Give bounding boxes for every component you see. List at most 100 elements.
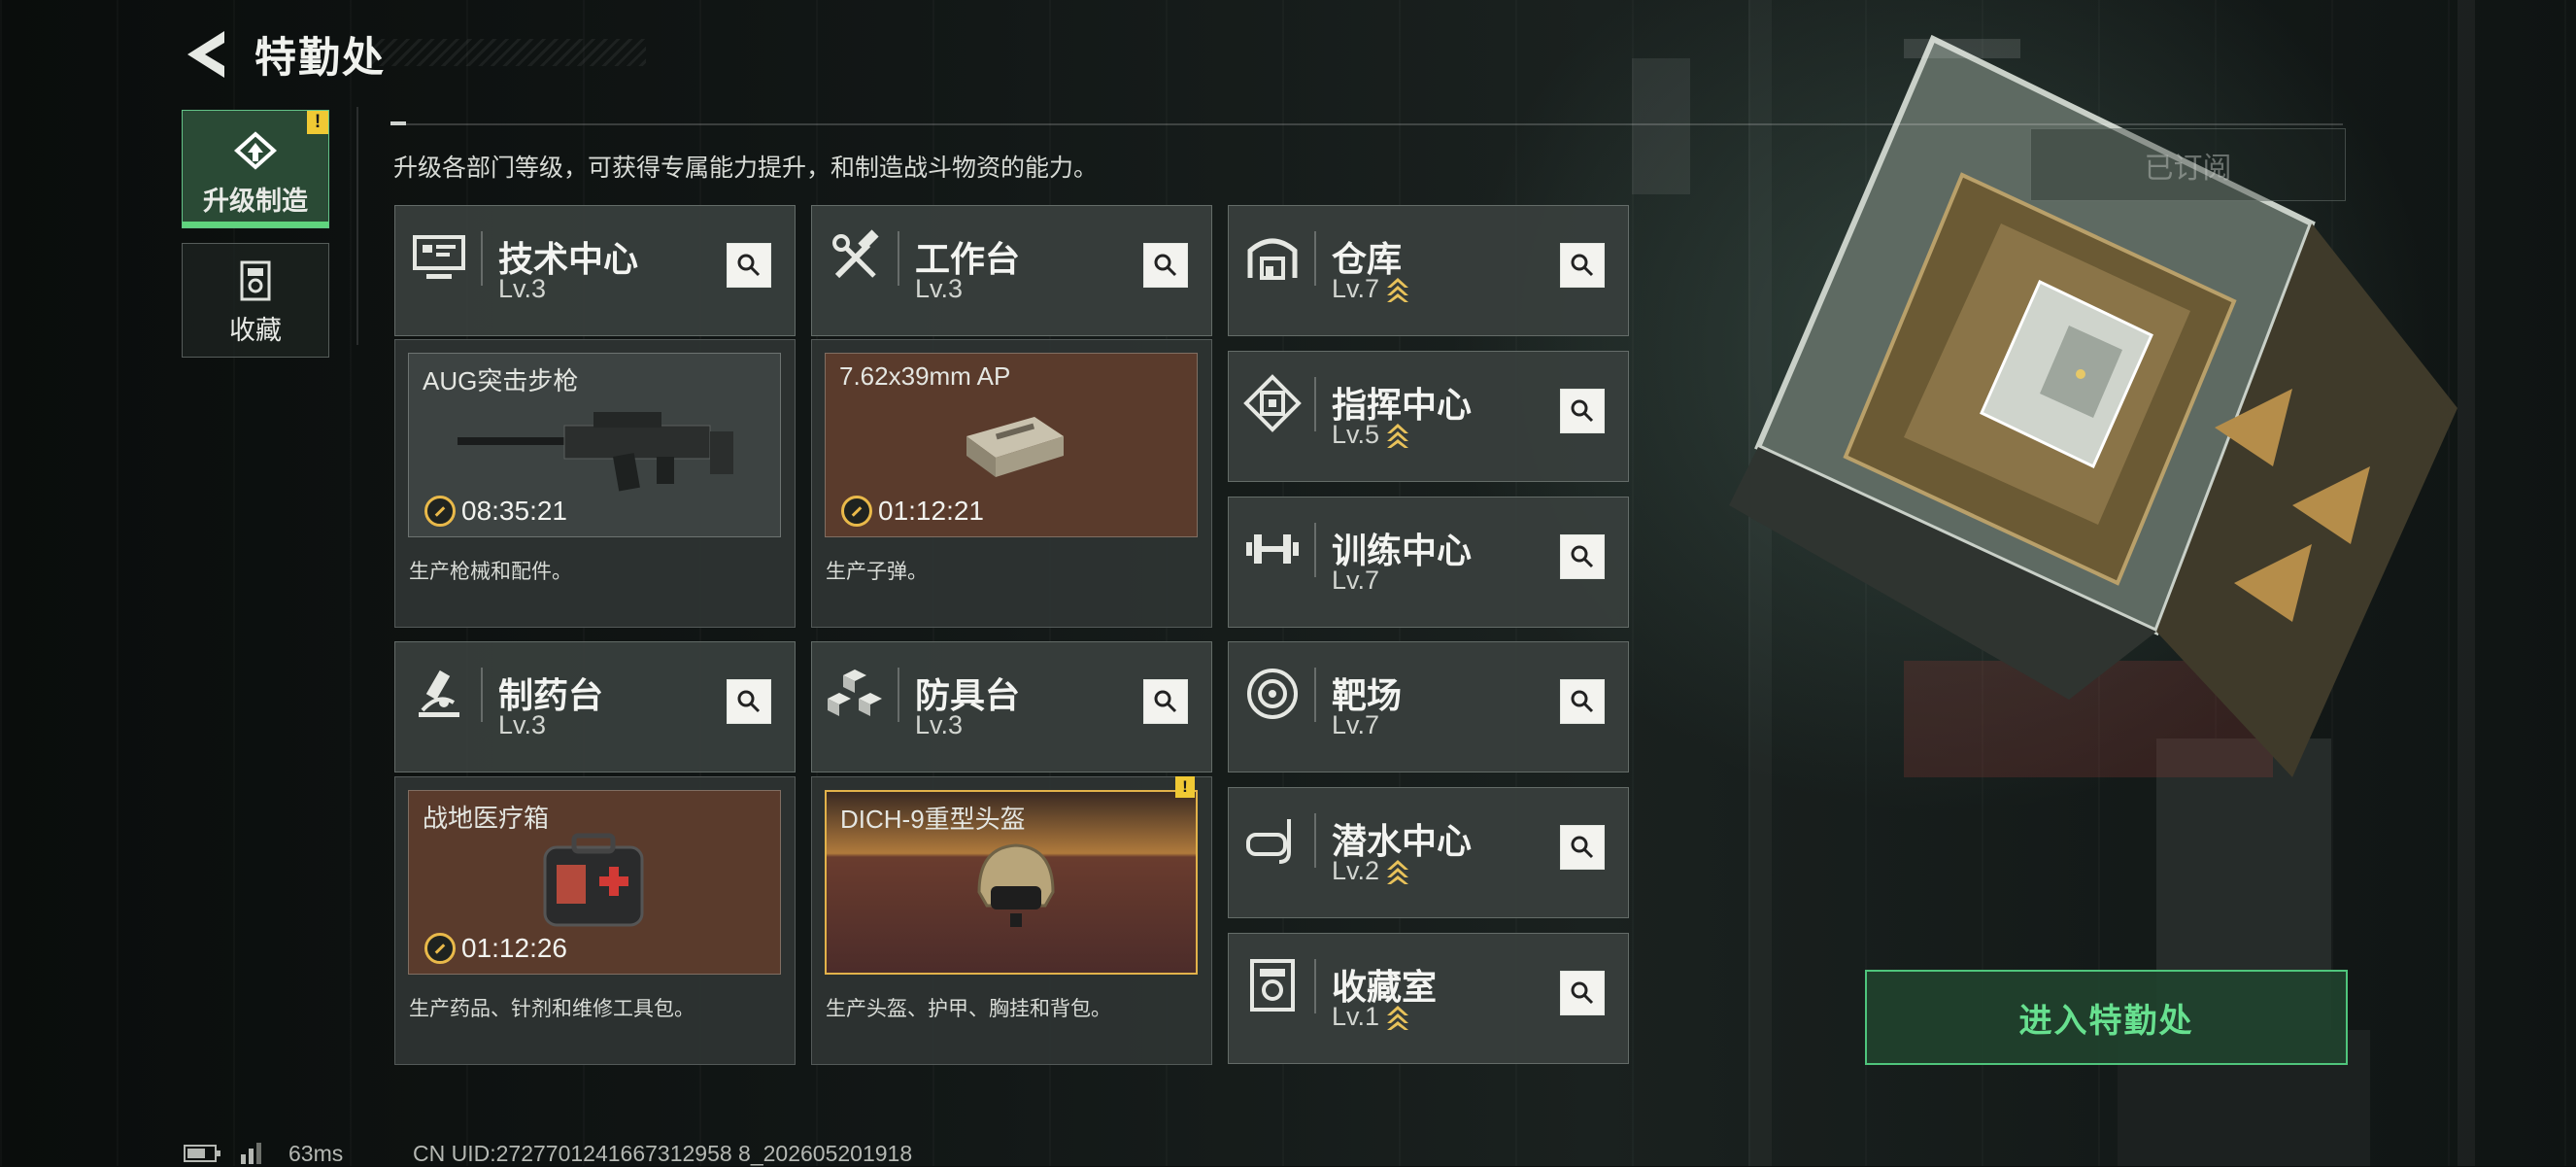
search-icon	[1154, 254, 1177, 277]
product-name: 7.62x39mm AP	[839, 361, 1011, 391]
production-timer: 01:12:21	[841, 496, 984, 527]
header-separator	[1314, 377, 1316, 431]
search-button[interactable]	[1560, 679, 1605, 724]
facility-item-3[interactable]: 训练中心 Lv.7	[1228, 497, 1629, 628]
search-button[interactable]	[727, 679, 771, 724]
enter-special-ops-button[interactable]: 进入特勤处	[1865, 970, 2348, 1065]
microscope-icon	[419, 669, 459, 717]
facility-item-6[interactable]: 收藏室 Lv.1	[1228, 933, 1629, 1064]
header-separator	[1314, 668, 1316, 722]
station-level: Lv.3	[915, 274, 963, 304]
facility-item-5[interactable]: 潜水中心 Lv.2	[1228, 787, 1629, 918]
search-icon	[1571, 254, 1594, 277]
level-text: Lv.5	[1332, 420, 1380, 449]
header-separator	[1314, 813, 1316, 868]
tab-upgrade-craft[interactable]: 升级制造 !	[182, 110, 329, 228]
timer-icon	[424, 496, 456, 527]
level-text: Lv.1	[1332, 1002, 1380, 1031]
title-decoration	[369, 39, 646, 66]
search-icon	[1571, 836, 1594, 859]
rifle-image	[458, 412, 733, 492]
level-text: Lv.7	[1332, 566, 1380, 595]
station-header-armor[interactable]: 防具台 Lv.3	[811, 641, 1212, 772]
search-icon	[1571, 690, 1594, 713]
upgrade-available-icon	[1387, 859, 1409, 884]
armor-blocks-icon	[828, 669, 882, 716]
tech-center-icon	[413, 235, 465, 279]
search-button[interactable]	[727, 243, 771, 288]
search-button[interactable]	[1143, 679, 1188, 724]
timer-icon	[841, 496, 872, 527]
search-button[interactable]	[1560, 389, 1605, 433]
level-text: Lv.7	[1332, 710, 1380, 739]
ammo-box-image	[966, 417, 1064, 477]
page-subtitle: 升级各部门等级，可获得专属能力提升，和制造战斗物资的能力。	[393, 154, 1099, 182]
product-slot[interactable]: 战地医疗箱 01:12:26	[408, 790, 781, 975]
upgrade-craft-icon	[234, 131, 277, 170]
facility-level: Lv.7	[1332, 566, 1379, 596]
search-button[interactable]	[1560, 825, 1605, 870]
production-card-pharmacy[interactable]: 战地医疗箱 01:12:26 生产药品、针剂和维修工具包。	[394, 776, 796, 1065]
facility-item-2[interactable]: 指挥中心 Lv.5	[1228, 351, 1629, 482]
station-level: Lv.3	[498, 274, 546, 304]
search-button[interactable]	[1560, 243, 1605, 288]
product-name: DICH-9重型头盔	[840, 805, 1026, 834]
search-button[interactable]	[1560, 971, 1605, 1015]
dumbbell-icon	[1246, 534, 1299, 564]
station-description: 生产子弹。	[826, 561, 928, 583]
facility-item-1[interactable]: 仓库 Lv.7	[1228, 205, 1629, 336]
product-slot[interactable]: DICH-9重型头盔	[825, 790, 1198, 975]
search-icon	[737, 254, 761, 277]
station-description: 生产药品、针剂和维修工具包。	[409, 998, 695, 1020]
upgrade-available-icon	[1387, 1005, 1409, 1030]
facility-item-4[interactable]: 靶场 Lv.7	[1228, 641, 1629, 772]
product-slot[interactable]: AUG突击步枪 08:35:21	[408, 353, 781, 537]
facility-level: Lv.7	[1332, 274, 1410, 304]
level-text: Lv.3	[498, 274, 547, 303]
facility-level: Lv.7	[1332, 710, 1379, 740]
product-name: AUG突击步枪	[423, 366, 579, 395]
production-card-armor[interactable]: DICH-9重型头盔 ! 生产头盔、护甲、胸挂和背包。	[811, 776, 1212, 1065]
header-separator	[898, 231, 899, 286]
helmet-image	[977, 843, 1055, 927]
station-description: 生产枪械和配件。	[409, 561, 572, 583]
station-header-tech-center[interactable]: 技术中心 Lv.3	[394, 205, 796, 336]
production-card-tech-center[interactable]: AUG突击步枪 08:35:21 生产枪械和配件。	[394, 339, 796, 628]
collection-icon	[240, 260, 271, 301]
timer-text: 01:12:26	[461, 933, 567, 963]
station-header-pharmacy[interactable]: 制药台 Lv.3	[394, 641, 796, 772]
header-separator	[481, 668, 483, 722]
alert-badge: !	[307, 111, 328, 134]
search-icon	[737, 690, 761, 713]
target-icon	[1247, 669, 1298, 719]
search-icon	[1571, 981, 1594, 1005]
tab-label: 收藏	[229, 316, 282, 345]
divider	[390, 121, 2343, 125]
facility-level: Lv.1	[1332, 1002, 1410, 1032]
medkit-image	[543, 833, 644, 927]
active-tab-indicator	[183, 222, 328, 227]
subscribed-button[interactable]: 已订阅	[2030, 128, 2346, 201]
header-separator	[1314, 231, 1316, 286]
level-text: Lv.2	[1332, 856, 1380, 885]
level-text: Lv.7	[1332, 274, 1380, 303]
diving-mask-icon	[1246, 819, 1291, 864]
production-card-workbench[interactable]: 7.62x39mm AP 01:12:21 生产子弹。	[811, 339, 1212, 628]
back-arrow-icon[interactable]	[180, 25, 230, 84]
search-button[interactable]	[1143, 243, 1188, 288]
facility-level: Lv.2	[1332, 856, 1410, 886]
upgrade-available-icon	[1387, 423, 1409, 448]
tab-collection[interactable]: 收藏	[182, 243, 329, 358]
search-button[interactable]	[1560, 534, 1605, 579]
station-header-workbench[interactable]: 工作台 Lv.3	[811, 205, 1212, 336]
workbench-tools-icon	[832, 229, 879, 279]
product-slot[interactable]: 7.62x39mm AP 01:12:21	[825, 353, 1198, 537]
search-icon	[1571, 545, 1594, 568]
sidebar-divider	[356, 107, 358, 345]
timer-text: 08:35:21	[461, 496, 567, 526]
search-icon	[1571, 399, 1594, 423]
production-timer: 01:12:26	[424, 933, 567, 964]
header-separator	[481, 231, 483, 286]
alert-badge: !	[1175, 776, 1195, 798]
header-separator	[898, 668, 899, 722]
